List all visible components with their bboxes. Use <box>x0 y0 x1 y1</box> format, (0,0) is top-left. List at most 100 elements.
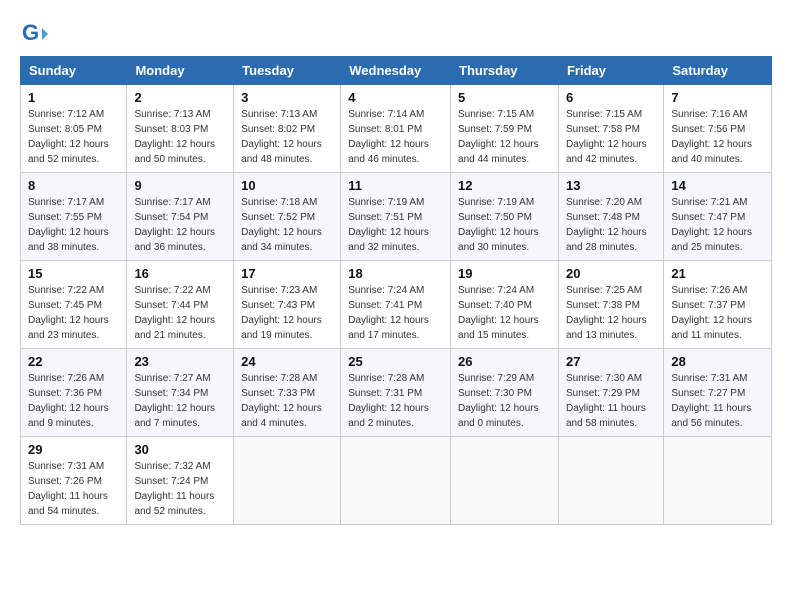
day-info: Sunrise: 7:13 AM Sunset: 8:03 PM Dayligh… <box>134 107 226 167</box>
calendar-cell <box>558 437 663 525</box>
day-info: Sunrise: 7:31 AM Sunset: 7:26 PM Dayligh… <box>28 459 119 519</box>
day-number: 21 <box>671 266 764 281</box>
day-number: 12 <box>458 178 551 193</box>
calendar-cell: 16Sunrise: 7:22 AM Sunset: 7:44 PM Dayli… <box>127 261 234 349</box>
day-number: 5 <box>458 90 551 105</box>
day-number: 25 <box>348 354 443 369</box>
week-row-4: 22 Sunrise: 7:26 AM Sunset: 7:36 PM Dayli… <box>21 349 772 437</box>
day-info: Sunrise: 7:26 AM Sunset: 7:37 PM Dayligh… <box>671 283 764 343</box>
day-info: Sunrise: 7:28 AM Sunset: 7:33 PM Dayligh… <box>241 371 333 431</box>
calendar-cell: 14 Sunrise: 7:21 AM Sunset: 7:47 PM Dayli… <box>664 173 772 261</box>
calendar-cell: 5 Sunrise: 7:15 AM Sunset: 7:59 PM Daylig… <box>451 85 559 173</box>
calendar-header-row: SundayMondayTuesdayWednesdayThursdayFrid… <box>21 57 772 85</box>
calendar-cell: 30 Sunrise: 7:32 AM Sunset: 7:24 PM Dayli… <box>127 437 234 525</box>
day-info: Sunrise: 7:17 AM Sunset: 7:55 PM Dayligh… <box>28 195 119 255</box>
day-number: 4 <box>348 90 443 105</box>
column-header-tuesday: Tuesday <box>234 57 341 85</box>
calendar-cell: 20 Sunrise: 7:25 AM Sunset: 7:38 PM Dayli… <box>558 261 663 349</box>
day-info: Sunrise: 7:18 AM Sunset: 7:52 PM Dayligh… <box>241 195 333 255</box>
calendar-cell <box>664 437 772 525</box>
calendar-cell: 18 Sunrise: 7:24 AM Sunset: 7:41 PM Dayli… <box>341 261 451 349</box>
day-number: 27 <box>566 354 656 369</box>
header: G <box>20 20 772 48</box>
day-number: 10 <box>241 178 333 193</box>
svg-text:G: G <box>22 20 39 45</box>
calendar-table: SundayMondayTuesdayWednesdayThursdayFrid… <box>20 56 772 525</box>
calendar-cell: 17Sunrise: 7:23 AM Sunset: 7:43 PM Dayli… <box>234 261 341 349</box>
day-info: Sunrise: 7:22 AM Sunset: 7:44 PM Dayligh… <box>134 283 226 343</box>
day-info: Sunrise: 7:24 AM Sunset: 7:40 PM Dayligh… <box>458 283 551 343</box>
calendar-cell: 13Sunrise: 7:20 AM Sunset: 7:48 PM Dayli… <box>558 173 663 261</box>
day-info: Sunrise: 7:27 AM Sunset: 7:34 PM Dayligh… <box>134 371 226 431</box>
calendar-cell: 19 Sunrise: 7:24 AM Sunset: 7:40 PM Dayli… <box>451 261 559 349</box>
day-number: 14 <box>671 178 764 193</box>
calendar-cell: 3Sunrise: 7:13 AM Sunset: 8:02 PM Daylig… <box>234 85 341 173</box>
day-number: 8 <box>28 178 119 193</box>
calendar-cell: 12 Sunrise: 7:19 AM Sunset: 7:50 PM Dayli… <box>451 173 559 261</box>
day-info: Sunrise: 7:32 AM Sunset: 7:24 PM Dayligh… <box>134 459 226 519</box>
calendar-cell: 11 Sunrise: 7:19 AM Sunset: 7:51 PM Dayli… <box>341 173 451 261</box>
day-number: 9 <box>134 178 226 193</box>
calendar-cell: 29 Sunrise: 7:31 AM Sunset: 7:26 PM Dayli… <box>21 437 127 525</box>
week-row-1: 1 Sunrise: 7:12 AM Sunset: 8:05 PM Daylig… <box>21 85 772 173</box>
calendar-cell: 6Sunrise: 7:15 AM Sunset: 7:58 PM Daylig… <box>558 85 663 173</box>
day-number: 2 <box>134 90 226 105</box>
calendar-cell: 22 Sunrise: 7:26 AM Sunset: 7:36 PM Dayli… <box>21 349 127 437</box>
day-number: 30 <box>134 442 226 457</box>
day-info: Sunrise: 7:15 AM Sunset: 7:59 PM Dayligh… <box>458 107 551 167</box>
calendar-cell <box>341 437 451 525</box>
day-number: 7 <box>671 90 764 105</box>
calendar-cell: 4Sunrise: 7:14 AM Sunset: 8:01 PM Daylig… <box>341 85 451 173</box>
calendar-cell: 7 Sunrise: 7:16 AM Sunset: 7:56 PM Daylig… <box>664 85 772 173</box>
day-info: Sunrise: 7:19 AM Sunset: 7:50 PM Dayligh… <box>458 195 551 255</box>
day-info: Sunrise: 7:22 AM Sunset: 7:45 PM Dayligh… <box>28 283 119 343</box>
week-row-3: 15 Sunrise: 7:22 AM Sunset: 7:45 PM Dayli… <box>21 261 772 349</box>
day-number: 11 <box>348 178 443 193</box>
day-info: Sunrise: 7:21 AM Sunset: 7:47 PM Dayligh… <box>671 195 764 255</box>
day-number: 22 <box>28 354 119 369</box>
column-header-monday: Monday <box>127 57 234 85</box>
day-number: 20 <box>566 266 656 281</box>
day-info: Sunrise: 7:24 AM Sunset: 7:41 PM Dayligh… <box>348 283 443 343</box>
day-info: Sunrise: 7:25 AM Sunset: 7:38 PM Dayligh… <box>566 283 656 343</box>
day-info: Sunrise: 7:31 AM Sunset: 7:27 PM Dayligh… <box>671 371 764 431</box>
day-number: 26 <box>458 354 551 369</box>
day-info: Sunrise: 7:30 AM Sunset: 7:29 PM Dayligh… <box>566 371 656 431</box>
calendar-cell: 9 Sunrise: 7:17 AM Sunset: 7:54 PM Daylig… <box>127 173 234 261</box>
calendar-cell: 25Sunrise: 7:28 AM Sunset: 7:31 PM Dayli… <box>341 349 451 437</box>
day-number: 24 <box>241 354 333 369</box>
day-info: Sunrise: 7:29 AM Sunset: 7:30 PM Dayligh… <box>458 371 551 431</box>
column-header-sunday: Sunday <box>21 57 127 85</box>
day-info: Sunrise: 7:17 AM Sunset: 7:54 PM Dayligh… <box>134 195 226 255</box>
day-info: Sunrise: 7:20 AM Sunset: 7:48 PM Dayligh… <box>566 195 656 255</box>
day-number: 18 <box>348 266 443 281</box>
calendar-cell: 23 Sunrise: 7:27 AM Sunset: 7:34 PM Dayli… <box>127 349 234 437</box>
calendar-cell <box>234 437 341 525</box>
week-row-2: 8 Sunrise: 7:17 AM Sunset: 7:55 PM Daylig… <box>21 173 772 261</box>
day-info: Sunrise: 7:26 AM Sunset: 7:36 PM Dayligh… <box>28 371 119 431</box>
day-number: 29 <box>28 442 119 457</box>
calendar-cell: 21 Sunrise: 7:26 AM Sunset: 7:37 PM Dayli… <box>664 261 772 349</box>
calendar-cell: 26 Sunrise: 7:29 AM Sunset: 7:30 PM Dayli… <box>451 349 559 437</box>
day-number: 28 <box>671 354 764 369</box>
calendar-cell: 24 Sunrise: 7:28 AM Sunset: 7:33 PM Dayli… <box>234 349 341 437</box>
day-info: Sunrise: 7:19 AM Sunset: 7:51 PM Dayligh… <box>348 195 443 255</box>
day-number: 15 <box>28 266 119 281</box>
column-header-saturday: Saturday <box>664 57 772 85</box>
day-number: 19 <box>458 266 551 281</box>
logo: G <box>20 20 52 48</box>
calendar-cell: 28 Sunrise: 7:31 AM Sunset: 7:27 PM Dayli… <box>664 349 772 437</box>
day-info: Sunrise: 7:12 AM Sunset: 8:05 PM Dayligh… <box>28 107 119 167</box>
day-info: Sunrise: 7:16 AM Sunset: 7:56 PM Dayligh… <box>671 107 764 167</box>
calendar-cell: 15 Sunrise: 7:22 AM Sunset: 7:45 PM Dayli… <box>21 261 127 349</box>
day-number: 1 <box>28 90 119 105</box>
calendar-cell: 10 Sunrise: 7:18 AM Sunset: 7:52 PM Dayli… <box>234 173 341 261</box>
calendar-cell: 2 Sunrise: 7:13 AM Sunset: 8:03 PM Daylig… <box>127 85 234 173</box>
day-number: 3 <box>241 90 333 105</box>
column-header-wednesday: Wednesday <box>341 57 451 85</box>
column-header-thursday: Thursday <box>451 57 559 85</box>
calendar-cell: 1 Sunrise: 7:12 AM Sunset: 8:05 PM Daylig… <box>21 85 127 173</box>
day-number: 23 <box>134 354 226 369</box>
column-header-friday: Friday <box>558 57 663 85</box>
day-number: 6 <box>566 90 656 105</box>
